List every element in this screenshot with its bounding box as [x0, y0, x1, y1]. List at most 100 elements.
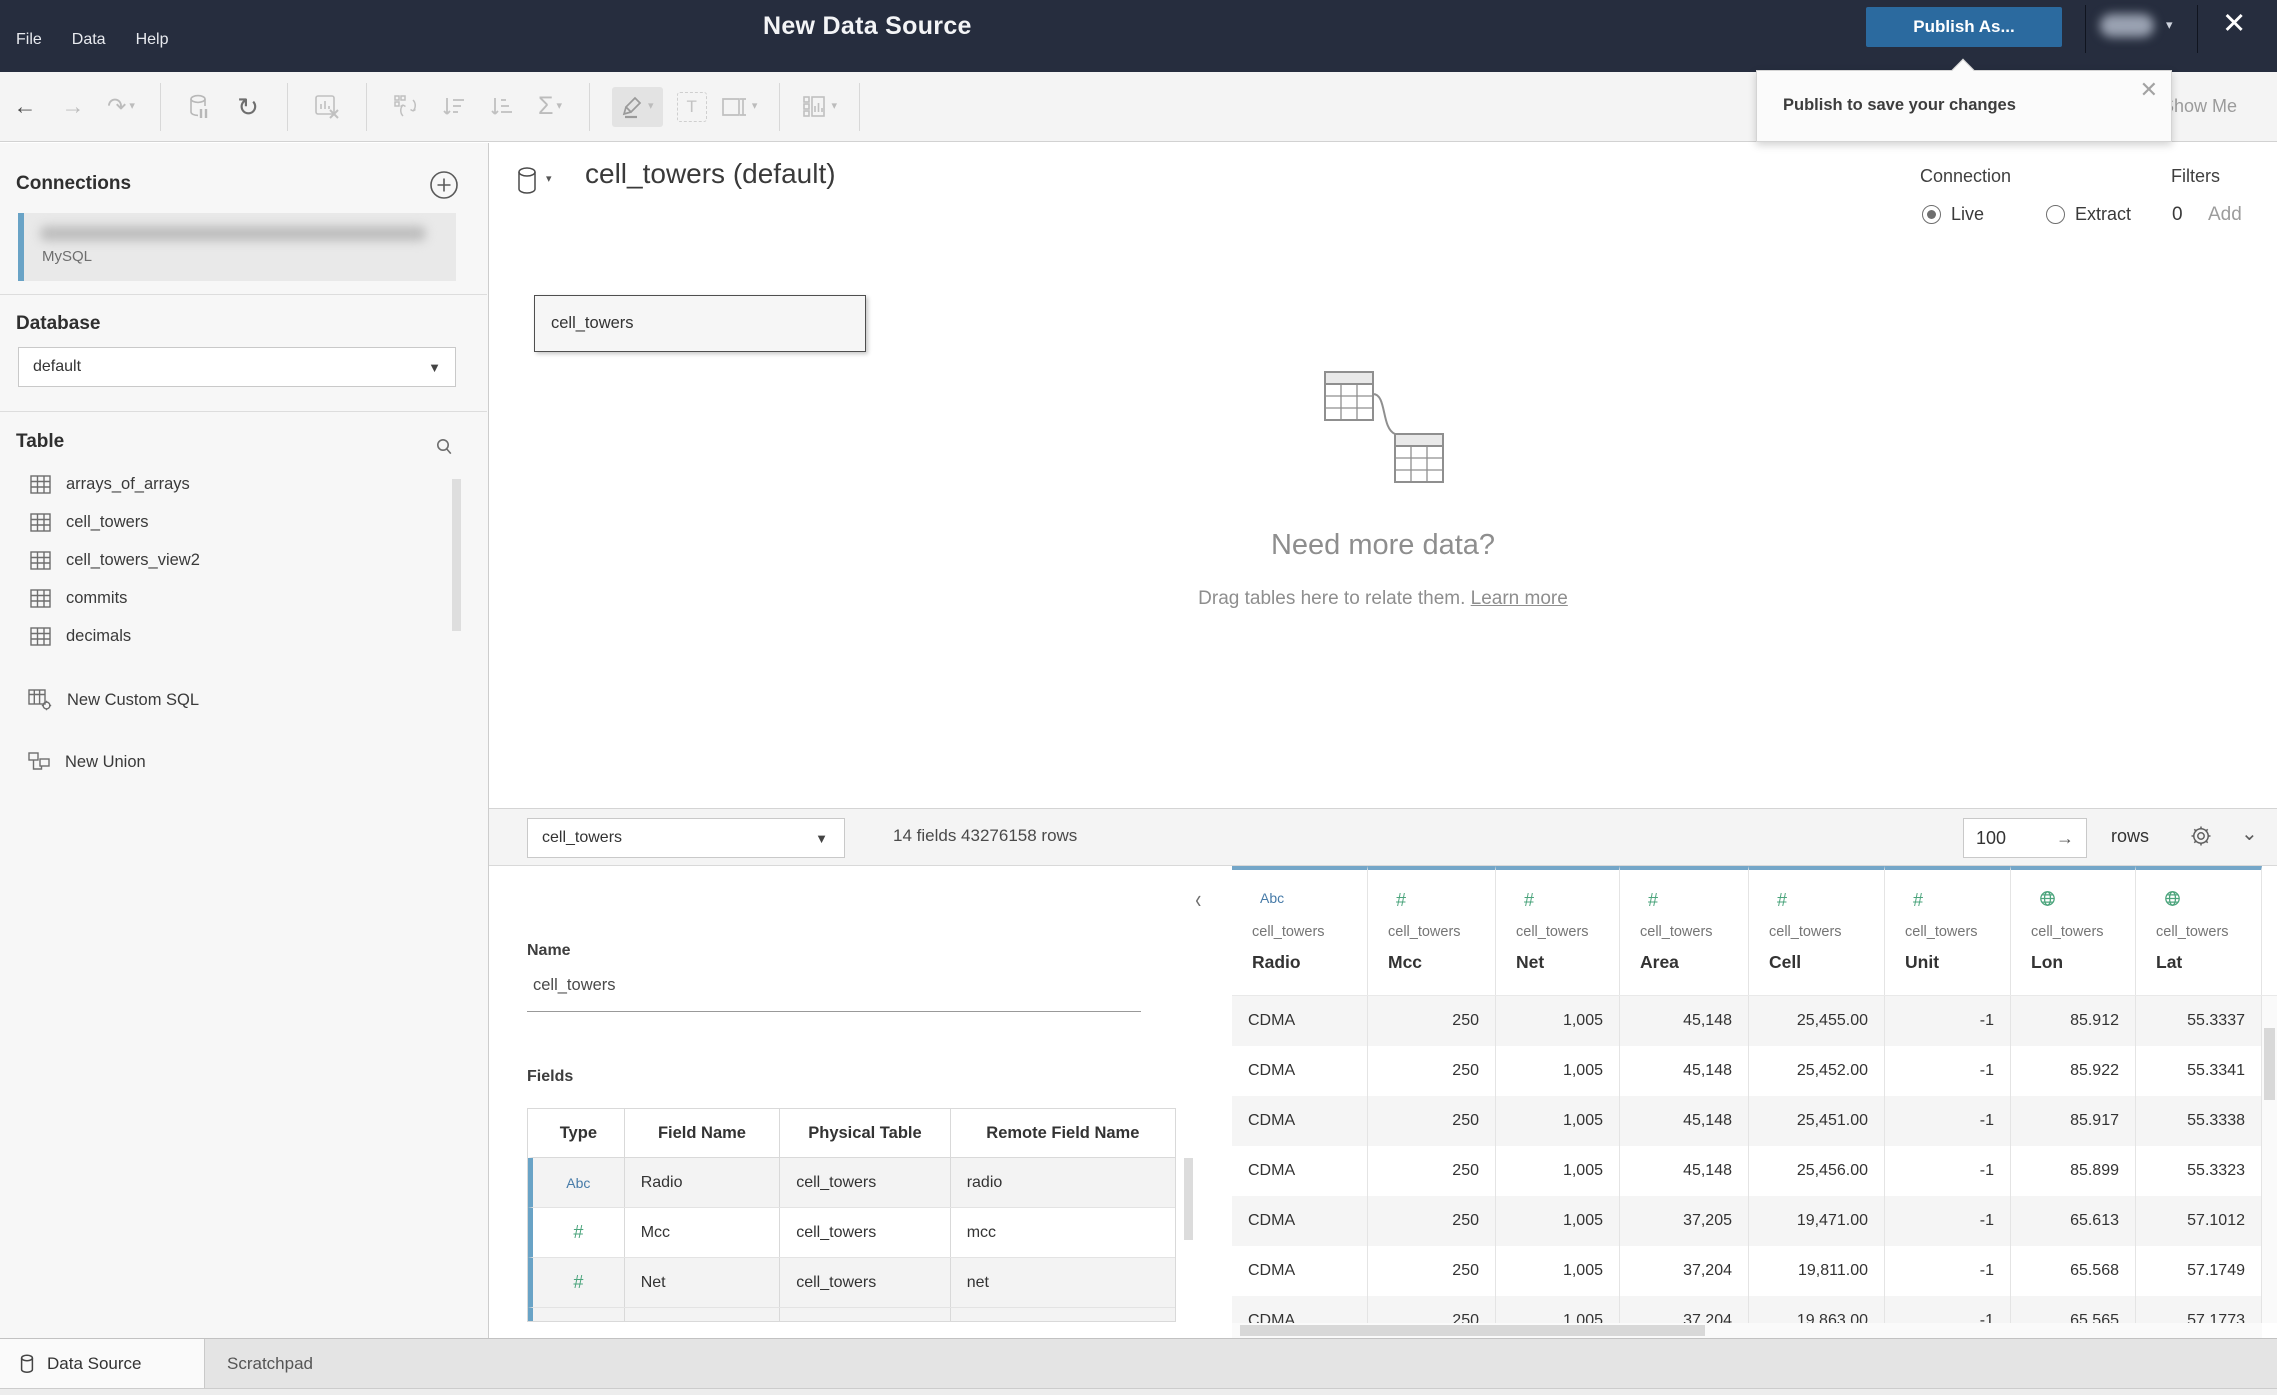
show-cards-icon[interactable]: ▾	[802, 94, 837, 120]
new-union[interactable]: New Union	[0, 745, 146, 779]
grid-cell: 55.3338	[2136, 1096, 2262, 1146]
number-type-icon: #	[1396, 890, 1407, 910]
field-name-cell: Radio	[625, 1158, 781, 1207]
grid-column-header[interactable]: # cell_towers Mcc	[1368, 866, 1496, 995]
field-row[interactable]: # Net cell_towers net	[528, 1258, 1175, 1308]
grid-row: CDMA 250 1,005 37,204 19,811.00 -1 65.568 57.17…	[1232, 1246, 2277, 1296]
column-type-icon	[2031, 890, 2135, 916]
table-list-item[interactable]: cell_towers	[0, 503, 460, 541]
tab-data-source[interactable]: Data Source	[0, 1339, 205, 1389]
grid-column-header[interactable]: # cell_towers Area	[1620, 866, 1749, 995]
sort-descending-icon[interactable]	[485, 94, 519, 120]
collapse-panel-icon[interactable]: ‹	[1195, 884, 1201, 915]
new-custom-sql[interactable]: New Custom SQL	[0, 683, 199, 717]
grid-cell: CDMA	[1232, 1046, 1368, 1096]
name-input[interactable]: cell_towers	[527, 972, 1141, 1012]
live-radio[interactable]	[1922, 205, 1941, 224]
grid-cell: CDMA	[1232, 1096, 1368, 1146]
avatar[interactable]	[2100, 14, 2154, 37]
clear-sheet-icon[interactable]	[310, 94, 344, 120]
field-row[interactable]: Abc Radio cell_towers radio	[528, 1158, 1175, 1208]
fit-selector-icon[interactable]: ▾	[721, 95, 757, 119]
replay-icon[interactable]: ↷ ▾	[104, 95, 138, 118]
undo-icon[interactable]: ←	[8, 95, 42, 118]
grid-column-header[interactable]: cell_towers Lon	[2011, 866, 2136, 995]
database-select[interactable]: default ▼	[18, 347, 456, 387]
table-select[interactable]: cell_towers ▼	[527, 818, 845, 858]
fields-scrollbar-thumb[interactable]	[1184, 1158, 1193, 1240]
grid-column-header[interactable]: # cell_towers Unit	[1885, 866, 2011, 995]
menu-item[interactable]: Help	[136, 31, 169, 49]
datasource-type-icon[interactable]: ▾	[517, 166, 552, 196]
grid-cell: 25,452.00	[1749, 1046, 1885, 1096]
connection-item[interactable]: MySQL	[18, 213, 456, 281]
close-window-icon[interactable]: ✕	[2222, 10, 2246, 39]
redo-icon[interactable]: →	[56, 95, 90, 118]
row-count-input[interactable]: 100 →	[1963, 818, 2087, 858]
publish-as-button[interactable]: Publish As...	[1866, 7, 2062, 47]
field-row[interactable]: # Mcc cell_towers mcc	[528, 1208, 1175, 1258]
grid-hscroll-thumb[interactable]	[1240, 1325, 1705, 1336]
gear-icon[interactable]	[2189, 824, 2213, 853]
table-list-item[interactable]: decimals	[0, 617, 460, 655]
text-annotation-icon[interactable]: T	[676, 91, 707, 122]
sidebar-scrollbar-thumb[interactable]	[452, 479, 461, 631]
grid-header-row: Abc cell_towers Radio # cell_towers Mcc …	[1232, 866, 2277, 996]
show-me-button[interactable]: Show Me	[2162, 96, 2237, 117]
grid-cell: 45,148	[1620, 1146, 1749, 1196]
add-connection-icon[interactable]	[428, 169, 460, 206]
extract-radio[interactable]	[2046, 205, 2066, 224]
search-icon[interactable]	[434, 437, 454, 462]
swap-rows-columns-icon[interactable]	[389, 94, 423, 120]
table-list-item[interactable]: arrays_of_arrays	[0, 465, 460, 503]
sort-ascending-icon[interactable]	[437, 94, 471, 120]
pause-auto-updates-icon[interactable]	[183, 94, 217, 120]
totals-icon[interactable]: Σ ▾	[533, 94, 567, 119]
tab-scratchpad[interactable]: Scratchpad	[205, 1339, 313, 1389]
grid-cell: 1,005	[1496, 1046, 1620, 1096]
tooltip-close-icon[interactable]: ✕	[2140, 77, 2158, 103]
table-list-item[interactable]: cell_towers_view2	[0, 541, 460, 579]
grid-row: CDMA 250 1,005 37,204 19,863.00 -1 65.565 57.17…	[1232, 1296, 2277, 1323]
grid-cell: 85.899	[2011, 1146, 2136, 1196]
logical-table-node[interactable]: cell_towers	[534, 295, 866, 352]
empty-state-heading: Need more data?	[1270, 529, 1496, 561]
grid-vscroll-thumb[interactable]	[2264, 1028, 2275, 1100]
sheet-tab-bar: Data Source Scratchpad	[0, 1338, 2277, 1389]
toolbar-separator	[160, 82, 161, 131]
grid-cell: 37,205	[1620, 1196, 1749, 1246]
grid-cell: 19,863.00	[1749, 1296, 1885, 1323]
fields-label: Fields	[527, 1068, 574, 1085]
column-table-label: cell_towers	[1905, 924, 1978, 940]
fields-table-header: Type Field Name Physical Table Remote Fi…	[528, 1109, 1175, 1158]
table-name: arrays_of_arrays	[66, 474, 190, 493]
menu-item[interactable]: Data	[72, 31, 106, 49]
table-list-item[interactable]: commits	[0, 579, 460, 617]
toolbar-separator	[779, 82, 781, 131]
grid-column-header[interactable]: # cell_towers Cell	[1749, 866, 1885, 995]
grid-vertical-scrollbar[interactable]	[2262, 996, 2277, 1323]
column-field-label: Cell	[1769, 952, 1802, 972]
collapse-grid-icon[interactable]: ⌄	[2241, 821, 2258, 846]
remote-field-cell: radio	[966, 1173, 1003, 1191]
grid-column-header[interactable]: cell_towers Lat	[2136, 866, 2262, 995]
refresh-icon[interactable]: ↻	[231, 94, 265, 120]
column-field-label: Net	[1516, 952, 1545, 972]
apply-row-count-icon[interactable]: →	[2056, 828, 2074, 849]
grid-horizontal-scrollbar[interactable]	[1232, 1323, 2262, 1338]
number-type-icon: #	[1648, 890, 1659, 910]
menu-item[interactable]: File	[16, 31, 42, 49]
filters-add-button[interactable]: Add	[2208, 204, 2242, 226]
field-row-partial[interactable]	[528, 1308, 1175, 1321]
grid-body: CDMA 250 1,005 45,148 25,455.00 -1 85.912 55.33…	[1232, 996, 2277, 1323]
avatar-caret-icon[interactable]: ▾	[2166, 17, 2173, 33]
remote-field-cell: net	[966, 1273, 989, 1291]
highlight-icon[interactable]: ▾	[612, 86, 663, 127]
grid-column-header[interactable]: # cell_towers Net	[1496, 866, 1620, 995]
column-type-icon: #	[1905, 890, 2010, 916]
number-type-icon: #	[1524, 890, 1535, 910]
grid-cell: 85.922	[2011, 1046, 2136, 1096]
union-icon	[28, 752, 50, 770]
grid-column-header[interactable]: Abc cell_towers Radio	[1232, 866, 1368, 995]
learn-more-link[interactable]: Learn more	[1471, 588, 1568, 609]
